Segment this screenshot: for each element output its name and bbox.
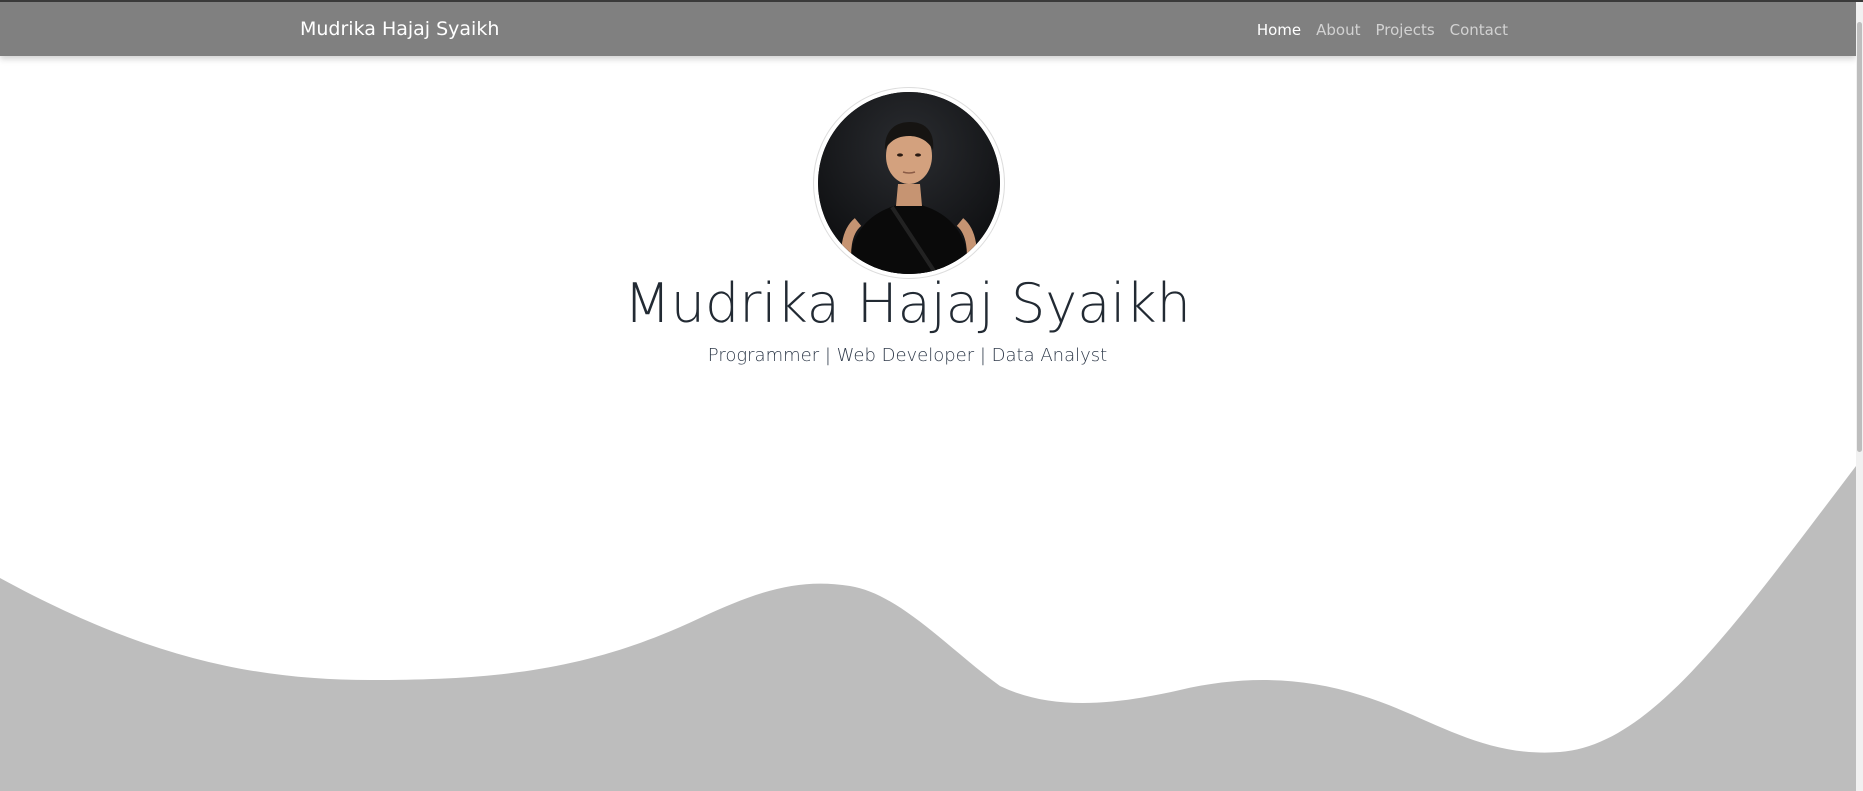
navbar: Mudrika Hajaj Syaikh Home About Projects… bbox=[0, 2, 1856, 56]
navbar-brand[interactable]: Mudrika Hajaj Syaikh bbox=[300, 18, 499, 40]
nav-link-projects[interactable]: Projects bbox=[1376, 21, 1435, 39]
nav-links: Home About Projects Contact bbox=[1257, 21, 1508, 39]
profile-avatar bbox=[814, 88, 1004, 278]
page-scrollbar[interactable] bbox=[1856, 2, 1863, 791]
browser-top-border bbox=[0, 0, 1863, 2]
avatar-photo-icon bbox=[818, 92, 1000, 274]
nav-link-contact[interactable]: Contact bbox=[1450, 21, 1508, 39]
wave-shape bbox=[0, 466, 1856, 791]
hero-tagline: Programmer | Web Developer | Data Analys… bbox=[707, 345, 1108, 366]
scrollbar-thumb[interactable] bbox=[1857, 22, 1862, 452]
page: Mudrika Hajaj Syaikh Home About Projects… bbox=[0, 0, 1863, 791]
nav-link-home[interactable]: Home bbox=[1257, 21, 1301, 39]
nav-link-about[interactable]: About bbox=[1316, 21, 1360, 39]
hero-name: Mudrika Hajaj Syaikh bbox=[624, 272, 1191, 335]
